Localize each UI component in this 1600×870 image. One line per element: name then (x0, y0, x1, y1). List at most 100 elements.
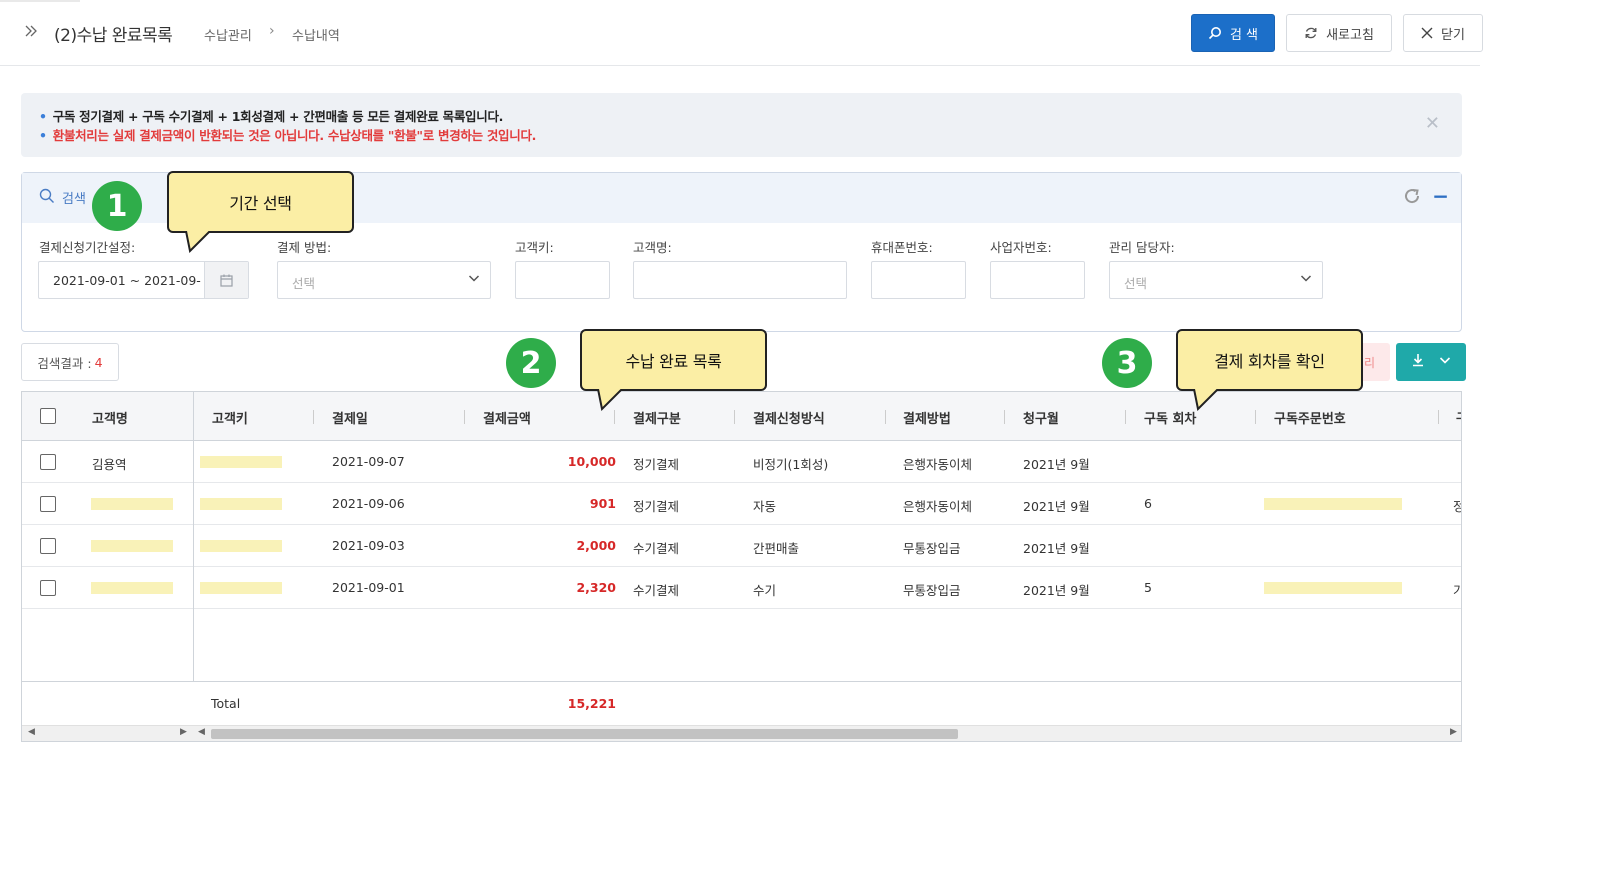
result-count: 검색결과 : 4 (21, 343, 119, 381)
manager-placeholder: 선택 (1124, 276, 1148, 291)
table-row[interactable]: 2021-09-03 2,000 수기결제 간편매출 무통장입금 2021년 9… (22, 525, 1461, 567)
cell-payment-date: 2021-09-01 (332, 580, 405, 595)
cell-amount: 10,000 (567, 454, 616, 469)
download-icon (1411, 353, 1425, 371)
column-divider[interactable] (464, 410, 465, 424)
double-chevron-right-icon[interactable] (24, 24, 40, 40)
col-header-customer-key[interactable]: 고객키 (212, 408, 248, 427)
col-header-payment-method[interactable]: 결제방법 (903, 408, 951, 427)
row-checkbox[interactable] (40, 538, 56, 554)
scroll-left-icon[interactable]: ◀ (28, 727, 35, 737)
col-header-billing-month[interactable]: 청구월 (1023, 408, 1059, 427)
col-header-subscription-order-no[interactable]: 구독주문번호 (1274, 408, 1346, 427)
col-header-payment-date[interactable]: 결제일 (332, 408, 368, 427)
col-header-subscription-round[interactable]: 구독 회차 (1144, 408, 1196, 427)
close-button[interactable]: 닫기 (1403, 14, 1483, 52)
biz-no-input[interactable] (990, 261, 1085, 299)
callout-tail-2 (597, 389, 623, 411)
col-header-payment-type[interactable]: 결제구분 (633, 408, 681, 427)
chevron-down-icon (1300, 272, 1312, 287)
masked-customer-name (91, 498, 173, 510)
refresh-button[interactable]: 새로고침 (1286, 14, 1392, 52)
breadcrumb-item-payment-management[interactable]: 수납관리 (204, 25, 252, 44)
download-button[interactable] (1396, 343, 1466, 381)
row-checkbox[interactable] (40, 454, 56, 470)
masked-customer-name (91, 540, 173, 552)
column-divider[interactable] (1438, 410, 1439, 424)
period-value: 2021-09-01 ~ 2021-09- (53, 273, 201, 288)
cell-payment-type: 수기결제 (633, 541, 680, 556)
cell-payment-date: 2021-09-07 (332, 454, 405, 469)
cell-subscription-round: 5 (1144, 580, 1152, 595)
manager-label: 관리 담당자: (1109, 240, 1175, 255)
cell-billing-month: 2021년 9월 (1023, 499, 1090, 514)
column-divider[interactable] (734, 410, 735, 424)
callout-bubble-1: 기간 선택 (167, 171, 354, 233)
cell-amount: 2,320 (576, 580, 616, 595)
manager-select[interactable]: 선택 (1109, 261, 1323, 299)
callout-badge-3: 3 (1102, 338, 1152, 388)
payment-method-select[interactable]: 선택 (277, 261, 491, 299)
masked-customer-key (200, 582, 282, 594)
cell-partial: 기 (1453, 580, 1461, 599)
customer-key-input[interactable] (515, 261, 610, 299)
cell-billing-month: 2021년 9월 (1023, 457, 1090, 472)
callout-bubble-3: 결제 회차를 확인 (1176, 329, 1363, 391)
scroll-left-icon[interactable]: ◀ (198, 727, 205, 737)
cell-partial: 정 (1453, 496, 1461, 515)
table-row[interactable]: 2021-09-01 2,320 수기결제 수기 무통장입금 2021년 9월 … (22, 567, 1461, 609)
masked-customer-key (200, 540, 282, 552)
cell-amount: 901 (589, 496, 616, 511)
breadcrumb-item-payment-history[interactable]: 수납내역 (292, 25, 340, 44)
callout-text-1: 기간 선택 (229, 194, 292, 213)
masked-order-no (1264, 582, 1402, 594)
callout-tail-1 (185, 231, 211, 253)
scroll-right-icon[interactable]: ▶ (180, 727, 187, 737)
customer-name-input[interactable] (633, 261, 847, 299)
scroll-right-icon[interactable]: ▶ (1450, 727, 1457, 737)
cell-payment-method: 무통장입금 (903, 583, 961, 598)
horizontal-scrollbar[interactable]: ◀ ▶ ◀ ▶ (22, 725, 1461, 741)
col-header-request-method[interactable]: 결제신청방식 (753, 408, 825, 427)
period-label: 결제신청기간설정: (39, 240, 136, 255)
column-divider[interactable] (1255, 410, 1256, 424)
col-header-amount[interactable]: 결제금액 (483, 408, 531, 427)
scrollbar-thumb[interactable] (211, 729, 958, 739)
chevron-down-icon[interactable] (1439, 354, 1451, 370)
callout-text-3: 결제 회차를 확인 (1214, 352, 1325, 371)
phone-input[interactable] (871, 261, 966, 299)
method-placeholder: 선택 (292, 276, 316, 291)
grid-footer: Total 15,221 (22, 681, 1461, 725)
chevron-down-icon (468, 272, 480, 287)
column-divider[interactable] (614, 410, 615, 424)
calendar-icon[interactable] (204, 262, 248, 298)
page-title: (2)수납 완료목록 (54, 26, 173, 46)
cell-payment-date: 2021-09-03 (332, 538, 405, 553)
collapse-icon[interactable]: − (1432, 184, 1449, 208)
period-date-range-input[interactable]: 2021-09-01 ~ 2021-09- (38, 261, 249, 299)
column-divider[interactable] (1125, 410, 1126, 424)
row-checkbox[interactable] (40, 496, 56, 512)
info-banner: • 구독 정기결제 + 구독 수기결제 + 1회성결제 + 간편매출 등 모든 결… (21, 93, 1462, 157)
footer-total-amount: 15,221 (567, 696, 616, 711)
phone-label: 휴대폰번호: (871, 240, 933, 255)
row-checkbox[interactable] (40, 580, 56, 596)
select-all-checkbox[interactable] (40, 408, 56, 424)
col-header-partial[interactable]: 구 (1456, 408, 1461, 427)
column-divider[interactable] (1004, 410, 1005, 424)
column-divider[interactable] (313, 410, 314, 424)
table-row[interactable]: 김용역 2021-09-07 10,000 정기결제 비정기(1회성) 은행자동… (22, 441, 1461, 483)
cell-amount: 2,000 (576, 538, 616, 553)
banner-close-icon[interactable]: ✕ (1425, 113, 1440, 134)
col-header-customer-name[interactable]: 고객명 (92, 408, 128, 427)
search-button[interactable]: 검 색 (1191, 14, 1275, 52)
reset-icon[interactable] (1403, 187, 1421, 210)
callout-badge-1: 1 (92, 181, 142, 231)
column-divider[interactable] (885, 410, 886, 424)
callout-text-2: 수납 완료 목록 (625, 352, 722, 371)
search-button-label: 검 색 (1229, 27, 1259, 43)
cell-payment-method: 은행자동이체 (903, 457, 973, 472)
cell-request-method: 비정기(1회성) (753, 457, 829, 472)
callout-bubble-2: 수납 완료 목록 (580, 329, 767, 391)
table-row[interactable]: 2021-09-06 901 정기결제 자동 은행자동이체 2021년 9월 6… (22, 483, 1461, 525)
